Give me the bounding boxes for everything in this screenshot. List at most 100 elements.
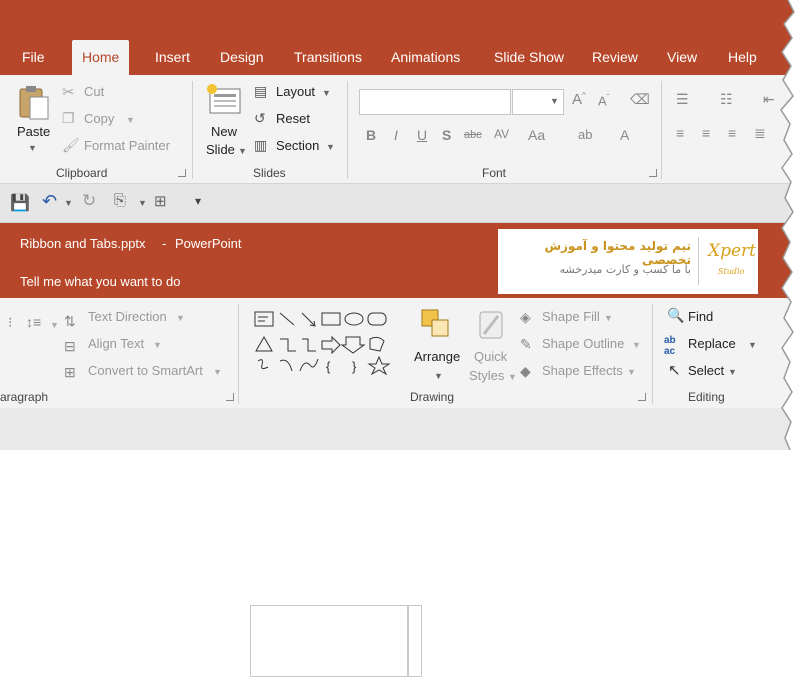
new-slide-label-2[interactable]: Slide (206, 142, 235, 157)
tell-me-box[interactable]: Tell me what you want to do (20, 274, 180, 289)
increase-font-icon[interactable]: A^ (572, 91, 586, 108)
svg-text:{: { (326, 359, 331, 374)
paste-dropdown-icon[interactable]: ▼ (28, 143, 37, 153)
decrease-font-icon[interactable]: Aˇ (598, 93, 609, 108)
tab-home[interactable]: Home (72, 40, 130, 75)
align-right-icon[interactable]: ≡ (728, 125, 736, 141)
shape-fill-dropdown-icon[interactable]: ▼ (604, 313, 613, 323)
change-case-icon[interactable]: Aa (528, 127, 545, 143)
highlight-icon[interactable]: ab (578, 127, 592, 142)
select-button[interactable]: Select (688, 363, 724, 378)
undo-dropdown-icon[interactable]: ▼ (64, 198, 73, 208)
paste-icon[interactable] (16, 85, 50, 121)
layout-button[interactable]: Layout (276, 84, 315, 99)
format-painter-button[interactable]: Format Painter (84, 138, 170, 153)
reset-button[interactable]: Reset (276, 111, 310, 126)
align-text-dropdown-icon[interactable]: ▼ (153, 340, 162, 350)
divider (347, 81, 348, 179)
strikethrough-icon[interactable]: abc (464, 129, 482, 141)
arrange-button[interactable]: Arrange (414, 349, 460, 364)
quick-styles-dropdown-icon[interactable]: ▼ (508, 372, 517, 382)
tab-transitions[interactable]: Transitions (294, 40, 362, 75)
shadow-icon[interactable]: S (442, 127, 451, 143)
save-icon[interactable]: 💾 (10, 193, 30, 213)
start-dropdown-icon[interactable]: ▼ (138, 198, 147, 208)
line-spacing-icon[interactable]: ↕≡ (26, 314, 41, 330)
paragraph-launcher-icon[interactable] (226, 393, 234, 401)
shape-outline-dropdown-icon[interactable]: ▼ (632, 340, 641, 350)
section-button[interactable]: Section (276, 138, 319, 153)
cut-button[interactable]: Cut (84, 84, 104, 99)
bold-icon[interactable]: B (366, 127, 376, 143)
line-spacing-dropdown-icon[interactable]: ▼ (50, 320, 59, 330)
replace-button[interactable]: Replace (688, 336, 736, 351)
tab-animations[interactable]: Animations (391, 40, 460, 75)
tab-slide-show[interactable]: Slide Show (494, 40, 564, 75)
customize-qat-icon[interactable]: ▾ (195, 194, 201, 208)
tab-help[interactable]: Help (728, 40, 757, 75)
find-button[interactable]: Find (688, 309, 713, 324)
copy-icon: ❐ (62, 110, 75, 126)
clipboard-launcher-icon[interactable] (178, 169, 186, 177)
justify-icon[interactable]: ≣ (754, 125, 766, 142)
tab-review[interactable]: Review (592, 40, 638, 75)
shapes-scroll[interactable] (408, 605, 422, 677)
select-dropdown-icon[interactable]: ▼ (728, 367, 737, 377)
font-color-icon[interactable]: A (620, 127, 629, 143)
shape-effects-dropdown-icon[interactable]: ▼ (627, 367, 636, 377)
quick-styles-label-1[interactable]: Quick (474, 349, 507, 364)
divider (238, 304, 239, 404)
clear-formatting-icon[interactable]: ⌫ (630, 91, 650, 108)
align-left-icon[interactable]: ≡ (676, 125, 684, 141)
paste-button[interactable]: Paste (17, 124, 50, 139)
quick-styles-icon[interactable] (476, 308, 506, 342)
char-spacing-icon[interactable]: AV (494, 127, 509, 141)
quick-styles-label-2[interactable]: Styles (469, 368, 504, 383)
undo-icon[interactable]: ↶ (42, 191, 57, 212)
section-dropdown-icon[interactable]: ▼ (326, 142, 335, 152)
touch-mouse-mode-icon[interactable]: ⊞ (154, 192, 167, 210)
tab-file[interactable]: File (22, 40, 45, 75)
new-slide-dropdown-icon[interactable]: ▼ (238, 146, 247, 156)
decrease-indent-icon[interactable]: ⇤ (763, 91, 775, 108)
arrange-dropdown-icon[interactable]: ▼ (434, 371, 443, 381)
shape-fill-button[interactable]: Shape Fill (542, 309, 600, 324)
cut-icon: ✂ (62, 84, 75, 101)
italic-icon[interactable]: I (394, 127, 398, 143)
shape-effects-icon: ◆ (520, 363, 531, 379)
smartart-icon: ⊞ (64, 364, 76, 380)
shapes-gallery[interactable] (250, 605, 408, 677)
replace-dropdown-icon[interactable]: ▼ (748, 340, 757, 350)
numbering-icon[interactable]: ☷ (720, 91, 733, 108)
new-slide-label-1[interactable]: New (211, 124, 237, 139)
tab-view[interactable]: View (667, 40, 697, 75)
layout-dropdown-icon[interactable]: ▼ (322, 88, 331, 98)
home-ribbon: Paste ▼ ✂ Cut ❐ Copy ▼ 🖌 Format Painter … (0, 75, 800, 184)
font-name-input[interactable] (359, 89, 511, 115)
tab-insert[interactable]: Insert (155, 40, 190, 75)
indent-icon[interactable]: ⁝ (8, 314, 12, 331)
font-size-dropdown-icon[interactable]: ▼ (550, 96, 559, 106)
drawing-launcher-icon[interactable] (638, 393, 646, 401)
text-direction-dropdown-icon[interactable]: ▼ (176, 313, 185, 323)
arrange-icon[interactable] (420, 308, 452, 342)
ribbon-tabs: File Home Insert Design Transitions Anim… (0, 40, 800, 75)
align-center-icon[interactable]: ≡ (702, 125, 710, 141)
tab-design[interactable]: Design (220, 40, 264, 75)
text-direction-button[interactable]: Text Direction (88, 309, 167, 324)
redo-icon[interactable]: ↻ (82, 191, 96, 211)
underline-icon[interactable]: U (417, 127, 427, 143)
svg-text:}: } (352, 359, 357, 374)
shape-outline-button[interactable]: Shape Outline (542, 336, 624, 351)
copy-button[interactable]: Copy (84, 111, 114, 126)
start-from-beginning-icon[interactable]: ⎘ (114, 192, 126, 209)
convert-smartart-button[interactable]: Convert to SmartArt (88, 363, 203, 378)
copy-dropdown-icon[interactable]: ▼ (126, 115, 135, 125)
align-text-button[interactable]: Align Text (88, 336, 144, 351)
shape-effects-button[interactable]: Shape Effects (542, 363, 623, 378)
document-name: Ribbon and Tabs.pptx (20, 236, 146, 251)
font-launcher-icon[interactable] (649, 169, 657, 177)
bullets-icon[interactable]: ☰ (676, 91, 689, 108)
new-slide-icon[interactable] (206, 83, 242, 117)
convert-smartart-dropdown-icon[interactable]: ▼ (213, 367, 222, 377)
